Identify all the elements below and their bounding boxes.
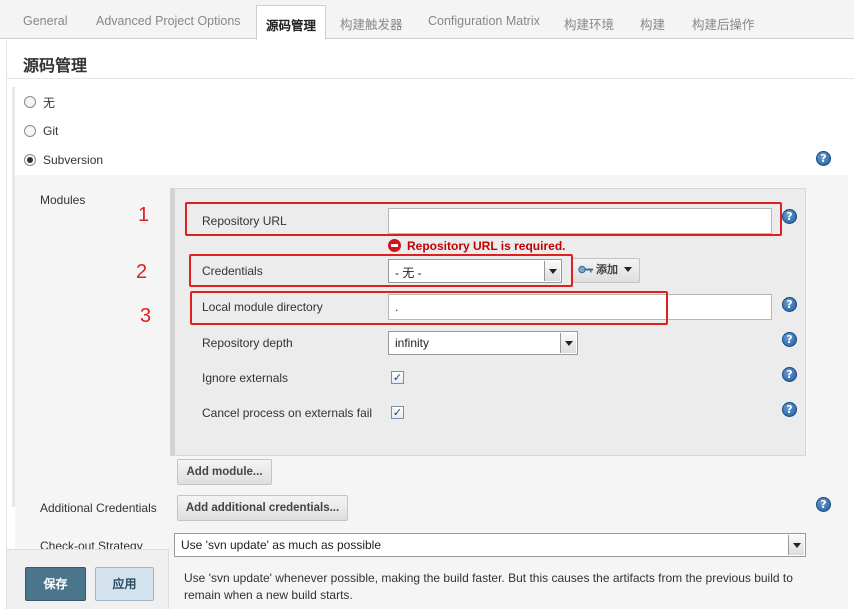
section-title: 源码管理 <box>23 58 88 75</box>
additional-credentials-label: Additional Credentials <box>40 501 157 515</box>
chevron-down-icon <box>788 535 804 555</box>
add-credentials-label: 添加 <box>596 264 618 276</box>
tab-advanced-project-options[interactable]: Advanced Project Options <box>96 14 241 28</box>
chevron-down-icon <box>560 333 576 353</box>
scm-git-radio[interactable] <box>24 125 36 137</box>
annotation-box-repository-url <box>185 202 782 236</box>
error-icon <box>388 239 401 252</box>
cancel-externals-checkbox[interactable]: ✓ <box>391 406 404 419</box>
cancel-externals-help-icon[interactable]: ? <box>782 402 797 417</box>
checkout-strategy-selected-value: Use 'svn update' as much as possible <box>181 538 382 552</box>
tab-post-build-actions[interactable]: 构建后操作 <box>692 14 755 33</box>
ignore-externals-help-icon[interactable]: ? <box>782 367 797 382</box>
tab-build-environment[interactable]: 构建环境 <box>564 14 614 33</box>
tab-general[interactable]: General <box>23 14 67 28</box>
scm-none-radio[interactable] <box>24 96 36 108</box>
repository-depth-selected-value: infinity <box>395 336 430 350</box>
tab-bar: General Advanced Project Options 源码管理 构建… <box>0 0 854 40</box>
save-button[interactable]: 保存 <box>25 567 86 601</box>
add-additional-credentials-button[interactable]: Add additional credentials... <box>177 495 348 521</box>
subversion-help-icon[interactable]: ? <box>816 151 831 166</box>
repository-depth-label: Repository depth <box>202 336 293 350</box>
scm-subversion-label: Subversion <box>43 153 104 167</box>
annotation-number-1: 1 <box>138 204 150 226</box>
scm-option-none[interactable]: 无 <box>24 93 55 111</box>
repository-url-error-text: Repository URL is required. <box>407 238 566 253</box>
scm-none-label: 无 <box>43 95 56 110</box>
scm-git-label: Git <box>43 124 59 138</box>
repository-url-help-icon[interactable]: ? <box>782 209 797 224</box>
key-icon <box>578 266 593 274</box>
add-module-button[interactable]: Add module... <box>177 459 272 485</box>
modules-label: Modules <box>40 193 86 207</box>
title-divider <box>7 78 854 79</box>
cancel-externals-label: Cancel process on externals fail <box>202 406 373 420</box>
dropdown-caret-icon <box>624 267 632 273</box>
scm-subversion-radio[interactable] <box>24 154 36 166</box>
additional-credentials-help-icon[interactable]: ? <box>816 497 831 512</box>
repository-depth-help-icon[interactable]: ? <box>782 332 797 347</box>
ignore-externals-checkbox[interactable]: ✓ <box>391 371 404 384</box>
scm-option-subversion[interactable]: Subversion <box>24 151 103 169</box>
annotation-number-3: 3 <box>140 305 152 327</box>
local-module-directory-help-icon[interactable]: ? <box>782 297 797 312</box>
add-credentials-button[interactable]: 添加 <box>571 258 640 283</box>
annotation-number-2: 2 <box>136 261 148 283</box>
tab-configuration-matrix[interactable]: Configuration Matrix <box>428 14 540 28</box>
checkout-strategy-select[interactable]: Use 'svn update' as much as possible <box>174 533 806 557</box>
checkout-strategy-description: Use 'svn update' whenever possible, maki… <box>184 571 793 602</box>
tab-build[interactable]: 构建 <box>640 14 665 33</box>
annotation-box-local-directory <box>190 291 668 325</box>
scm-option-git[interactable]: Git <box>24 122 58 140</box>
tab-build-triggers[interactable]: 构建触发器 <box>340 14 403 33</box>
apply-button[interactable]: 应用 <box>95 567 154 601</box>
repository-depth-select[interactable]: infinity <box>388 331 578 355</box>
repository-url-error: Repository URL is required. <box>388 238 565 253</box>
annotation-box-credentials <box>189 254 573 287</box>
ignore-externals-label: Ignore externals <box>202 371 289 385</box>
tab-source-code-management[interactable]: 源码管理 <box>256 5 327 40</box>
